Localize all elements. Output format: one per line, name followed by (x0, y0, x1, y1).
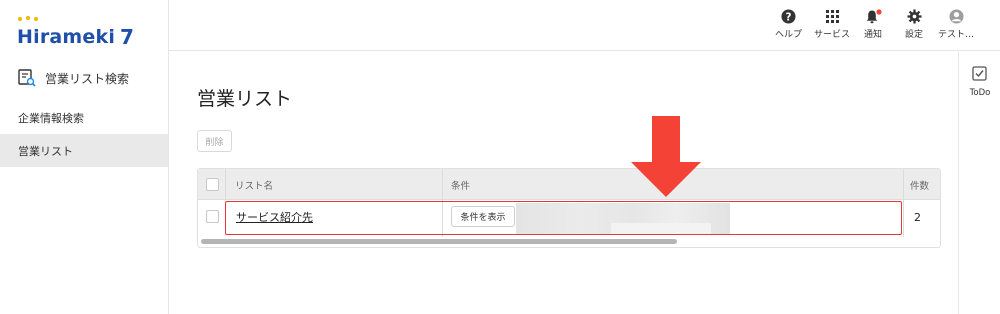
help-icon: ? (781, 9, 796, 24)
horizontal-scrollbar[interactable] (201, 239, 677, 244)
grid-icon (825, 10, 839, 23)
sidebar-item-sales-list[interactable]: 営業リスト (0, 134, 168, 167)
select-all-checkbox[interactable] (206, 178, 219, 191)
sidebar-item-label: 営業リスト (18, 144, 73, 158)
brand-logo[interactable]: Hirameki 7 (17, 16, 134, 49)
sidebar: Hirameki 7 営業リスト検索 企業情報検索 営業リスト (0, 0, 169, 314)
notifications-button[interactable]: 通知 (864, 9, 882, 43)
sidebar-item-list-search[interactable]: 営業リスト検索 (18, 64, 129, 92)
sidebar-search-label: 営業リスト検索 (45, 71, 130, 86)
notification-badge (875, 9, 882, 15)
settings-label: 設定 (905, 30, 924, 40)
user-icon (948, 9, 964, 24)
row-checkbox[interactable] (206, 210, 219, 223)
user-menu-button[interactable]: テスト… (938, 9, 974, 43)
header-list-name[interactable]: リスト名 (235, 169, 273, 200)
logo-text: Hirameki (17, 26, 116, 48)
svg-text:?: ? (786, 11, 792, 23)
sidebar-item-company-search[interactable]: 企業情報検索 (0, 101, 168, 134)
todo-button[interactable]: ToDo (959, 64, 1000, 98)
checkbox-icon (972, 66, 987, 81)
gear-icon (906, 9, 922, 24)
settings-button[interactable]: 設定 (905, 9, 923, 43)
down-arrow-icon (631, 116, 701, 197)
sidebar-item-label: 企業情報検索 (18, 111, 84, 125)
services-label: サービス (814, 30, 851, 40)
bell-icon (866, 9, 882, 24)
services-button[interactable]: サービス (814, 9, 850, 43)
help-button[interactable]: ? ヘルプ (775, 9, 802, 43)
header-condition[interactable]: 条件 (451, 169, 470, 200)
list-search-icon (18, 69, 36, 87)
top-bar: ? ヘルプ サービス 通知 設定 テスト… (169, 0, 1000, 51)
sales-list-table: リスト名 条件 件数 サービス紹介先 条件を表示 2 (197, 168, 941, 248)
todo-panel: ToDo (958, 52, 1000, 314)
notifications-label: 通知 (864, 30, 883, 40)
header-count[interactable]: 件数 (910, 169, 929, 200)
table-header: リスト名 条件 件数 (198, 169, 940, 200)
todo-label: ToDo (969, 88, 991, 98)
row-highlight-box (225, 201, 902, 235)
help-label: ヘルプ (775, 30, 803, 40)
logo-number: 7 (120, 25, 134, 49)
delete-button[interactable]: 削除 (197, 130, 232, 152)
row-count: 2 (914, 211, 921, 224)
crown-icon (18, 16, 38, 21)
user-label: テスト… (938, 30, 975, 40)
page-title: 営業リスト (197, 88, 293, 110)
